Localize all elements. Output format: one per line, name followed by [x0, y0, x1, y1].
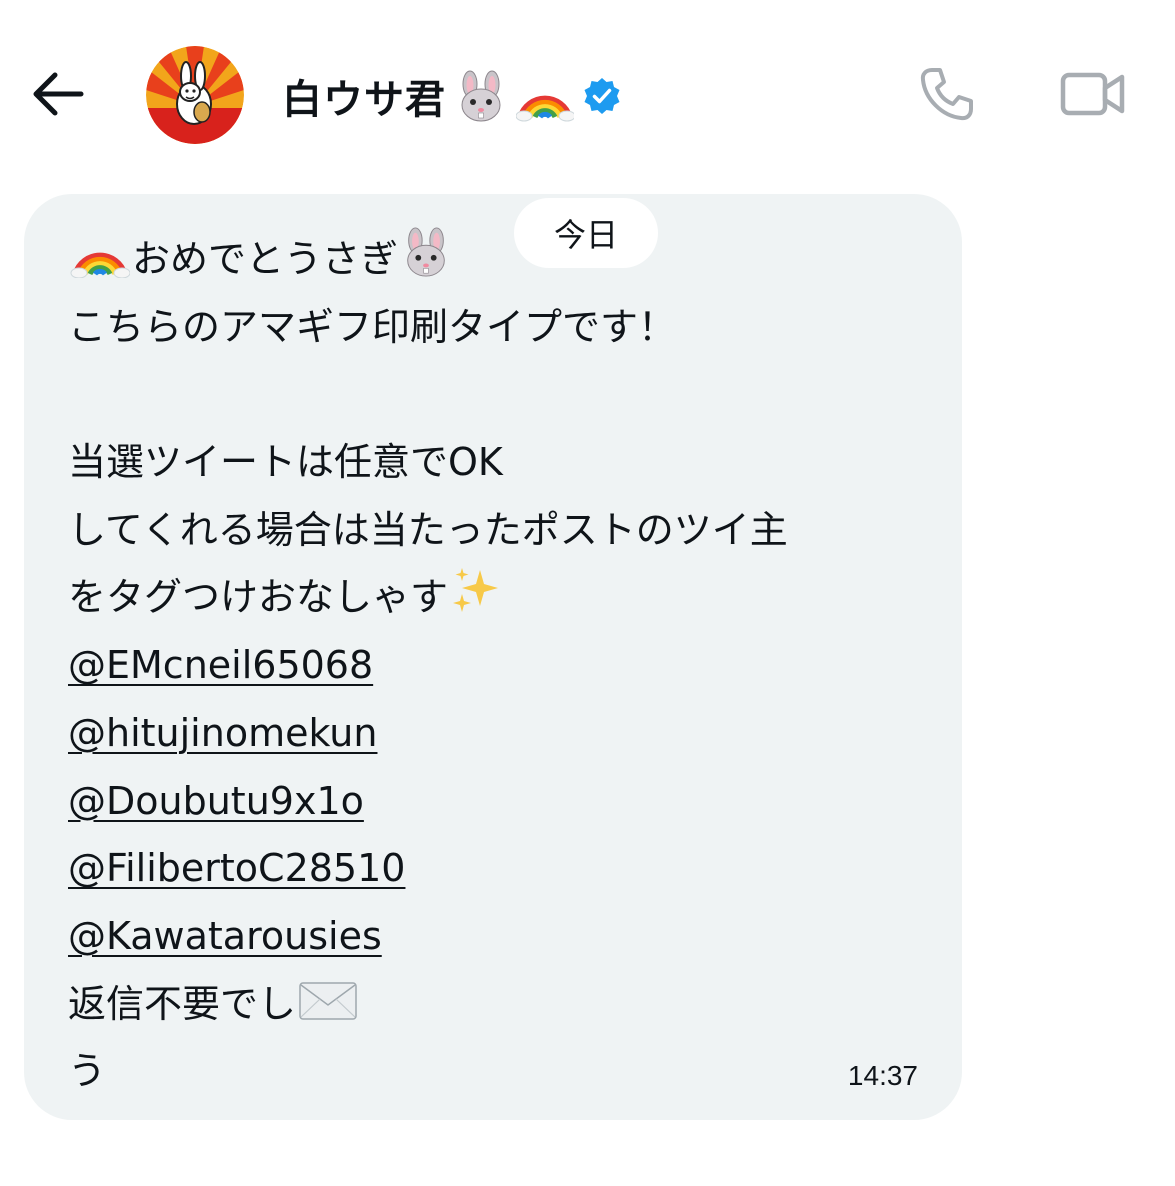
- back-button[interactable]: [28, 66, 88, 126]
- message-line: おめでとうさぎ: [68, 226, 928, 294]
- message-line: こちらのアマギフ印刷タイプです！: [68, 304, 677, 349]
- mention-link[interactable]: @Doubutu9x1o: [68, 779, 364, 823]
- arrow-left-icon: [31, 71, 85, 121]
- phone-icon: [918, 65, 976, 127]
- rabbit-face-emoji-icon: [454, 69, 508, 123]
- message-line-text: おめでとうさぎ: [132, 237, 399, 281]
- sparkles-emoji-icon: [450, 564, 502, 638]
- message-line: う: [68, 1049, 107, 1094]
- mention-line: @FilibertoC28510: [68, 835, 928, 903]
- message-line: 返信不要でし: [68, 971, 928, 1039]
- mention-line: @Kawatarousies: [68, 903, 928, 971]
- mention-line: @hitujinomekun: [68, 700, 928, 768]
- mention-line: @Doubutu9x1o: [68, 768, 928, 836]
- contact-name: 白ウサ君: [282, 77, 446, 123]
- rabbit-face-emoji-icon: [400, 226, 452, 300]
- mention-line: @EMcneil65068: [68, 632, 928, 700]
- contact-name-row[interactable]: 白ウサ君: [282, 66, 622, 126]
- rainbow-emoji-icon: [70, 228, 131, 300]
- date-separator: 今日: [514, 198, 658, 268]
- mention-link[interactable]: @EMcneil65068: [68, 643, 373, 687]
- avatar[interactable]: [146, 46, 244, 144]
- voice-call-button[interactable]: [912, 64, 982, 128]
- message-line-text: 返信不要でし: [68, 981, 297, 1026]
- verified-badge-icon: [582, 76, 622, 116]
- message-line: をタグつけおなしゃす: [68, 564, 928, 632]
- rainbow-emoji-icon: [516, 69, 574, 123]
- mention-link[interactable]: @Kawatarousies: [68, 914, 382, 958]
- message-text: おめでとうさぎ こちらのアマギフ印刷タイプです！ 当選ツイートは任意でOK して…: [68, 226, 928, 1106]
- envelope-emoji-icon: [298, 977, 358, 1045]
- video-camera-icon: [1060, 70, 1126, 122]
- message-line: 当選ツイートは任意でOK: [68, 440, 503, 485]
- video-call-button[interactable]: [1054, 64, 1132, 128]
- message-line: してくれる場合は当たったポストのツイ主: [68, 507, 788, 552]
- message-bubble[interactable]: おめでとうさぎ こちらのアマギフ印刷タイプです！ 当選ツイートは任意でOK して…: [24, 194, 962, 1120]
- message-timestamp: 14:37: [847, 1060, 918, 1091]
- message-line-text: をタグつけおなしゃす: [68, 575, 449, 620]
- conversation-header: 白ウサ君: [0, 0, 1175, 190]
- mention-link[interactable]: @hitujinomekun: [68, 711, 377, 755]
- mention-link[interactable]: @FilibertoC28510: [68, 846, 405, 890]
